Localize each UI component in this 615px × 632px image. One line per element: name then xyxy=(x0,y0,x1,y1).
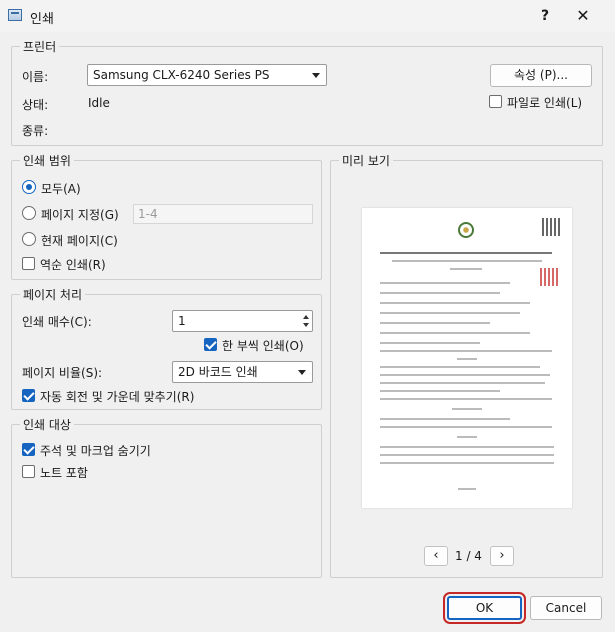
hide-annotations-checkbox[interactable] xyxy=(22,443,35,456)
preview-text-line xyxy=(380,332,530,334)
preview-text-line xyxy=(380,322,490,324)
range-all-label[interactable]: 모두(A) xyxy=(41,180,81,197)
preview-text-line xyxy=(380,302,530,304)
range-current-label[interactable]: 현재 페이지(C) xyxy=(41,232,118,249)
hide-annotations-label[interactable]: 주석 및 마크업 숨기기 xyxy=(40,442,151,459)
window-title: 인쇄 xyxy=(30,12,54,27)
preview-rule xyxy=(380,350,552,352)
include-notes-checkbox[interactable] xyxy=(22,465,35,478)
printer-name-value: Samsung CLX-6240 Series PS xyxy=(93,68,270,82)
preview-page-number-line xyxy=(458,488,476,490)
preview-text-line xyxy=(380,390,500,392)
official-seal-icon xyxy=(458,222,474,238)
ok-button[interactable]: OK xyxy=(443,592,526,624)
help-button[interactable]: ? xyxy=(530,3,560,29)
stepper-down-icon[interactable] xyxy=(303,323,309,327)
preview-section-line xyxy=(452,408,482,410)
print-range-legend: 인쇄 범위 xyxy=(20,152,74,169)
preview-text-line xyxy=(380,366,540,368)
preview-rule xyxy=(380,398,552,400)
collate-checkbox[interactable] xyxy=(204,338,217,351)
autorotate-checkbox[interactable] xyxy=(22,389,35,402)
range-current-radio[interactable] xyxy=(22,232,36,246)
printer-name-label: 이름: xyxy=(22,70,49,84)
preview-rule xyxy=(380,426,552,428)
preview-text-line xyxy=(380,292,500,294)
preview-heading-line xyxy=(450,268,482,270)
page-range-input[interactable]: 1-4 xyxy=(133,204,313,224)
barcode-stamp-icon xyxy=(540,268,558,286)
chevron-down-icon xyxy=(298,370,306,375)
preview-section-line xyxy=(457,436,477,438)
reverse-print-label[interactable]: 역순 인쇄(R) xyxy=(40,256,106,273)
copies-label: 인쇄 매수(C): xyxy=(22,315,92,329)
qr-code-icon xyxy=(542,218,560,236)
printer-name-select[interactable]: Samsung CLX-6240 Series PS xyxy=(87,64,327,86)
range-pages-radio[interactable] xyxy=(22,206,36,220)
scale-value: 2D 바코드 인쇄 xyxy=(178,365,258,379)
prev-page-button[interactable]: ‹ xyxy=(424,546,448,566)
preview-text-line xyxy=(380,374,550,376)
preview-legend: 미리 보기 xyxy=(339,152,393,169)
copies-stepper[interactable]: 1 xyxy=(172,310,313,332)
printer-legend: 프린터 xyxy=(20,38,60,55)
autorotate-label[interactable]: 자동 회전 및 가운데 맞추기(R) xyxy=(40,388,194,405)
reverse-print-checkbox[interactable] xyxy=(22,257,35,270)
preview-rule xyxy=(380,252,552,254)
stepper-up-icon[interactable] xyxy=(303,315,309,319)
preview-heading-line xyxy=(392,260,542,262)
range-all-radio[interactable] xyxy=(22,180,36,194)
range-pages-label[interactable]: 페이지 지정(G) xyxy=(41,206,119,223)
chevron-down-icon xyxy=(312,73,320,78)
preview-text-line xyxy=(380,462,554,464)
close-button[interactable]: ✕ xyxy=(568,3,598,29)
preview-text-line xyxy=(380,454,554,456)
print-app-icon xyxy=(8,9,22,21)
cancel-button[interactable]: Cancel xyxy=(530,596,602,620)
preview-text-line xyxy=(380,312,520,314)
copies-value: 1 xyxy=(178,314,186,328)
printer-status-value: Idle xyxy=(88,96,110,110)
page-handling-legend: 페이지 처리 xyxy=(20,286,86,303)
preview-page xyxy=(362,208,572,508)
next-page-button[interactable]: › xyxy=(490,546,514,566)
preview-text-line xyxy=(380,446,554,448)
include-notes-label[interactable]: 노트 포함 xyxy=(40,464,88,481)
preview-text-line xyxy=(380,382,545,384)
preview-text-line xyxy=(380,342,480,344)
printer-type-label: 종류: xyxy=(22,124,49,138)
collate-label[interactable]: 한 부씩 인쇄(O) xyxy=(222,337,304,354)
scale-label: 페이지 비율(S): xyxy=(22,366,103,380)
properties-button[interactable]: 속성 (P)... xyxy=(490,64,592,87)
print-target-legend: 인쇄 대상 xyxy=(20,416,74,433)
print-to-file-checkbox[interactable] xyxy=(489,95,502,108)
printer-status-label: 상태: xyxy=(22,98,49,112)
preview-text-line xyxy=(380,418,510,420)
page-indicator: 1 / 4 xyxy=(455,549,482,563)
title-bar: 인쇄 ? ✕ xyxy=(0,0,615,32)
preview-text-line xyxy=(380,282,510,284)
preview-section-line xyxy=(457,358,477,360)
print-to-file-label[interactable]: 파일로 인쇄(L) xyxy=(507,94,582,111)
scale-select[interactable]: 2D 바코드 인쇄 xyxy=(172,361,313,383)
